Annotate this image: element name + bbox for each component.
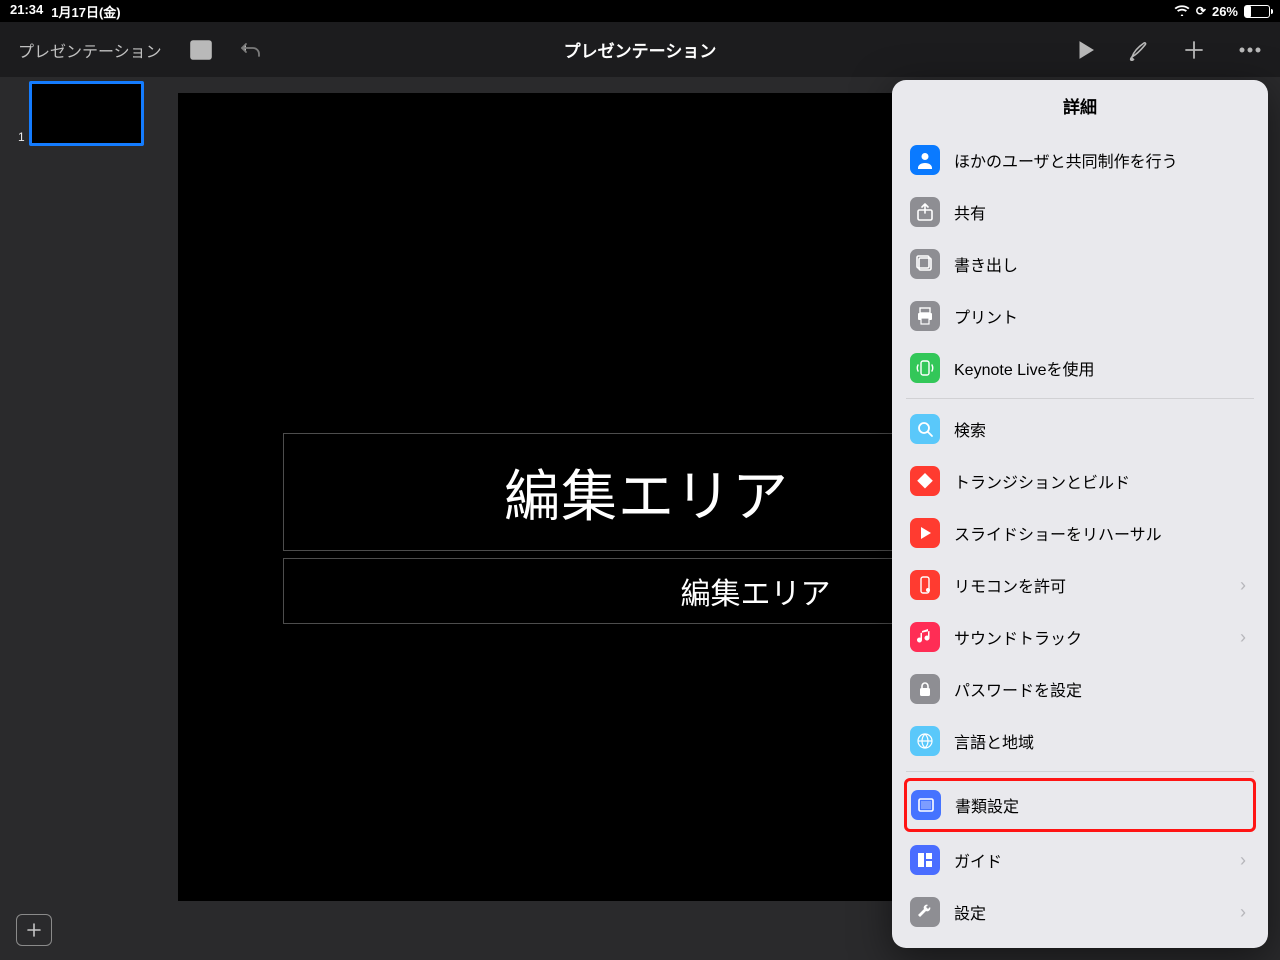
guide-icon bbox=[910, 845, 940, 875]
play-icon bbox=[910, 518, 940, 548]
diamond-icon bbox=[910, 466, 940, 496]
menu-label: 書き出し bbox=[954, 252, 1250, 276]
battery-percent: 26% bbox=[1212, 4, 1238, 19]
menu-transitions[interactable]: トランジションとビルド bbox=[906, 455, 1254, 507]
menu-label: Keynote Liveを使用 bbox=[954, 356, 1250, 380]
slide-thumb[interactable]: 1 bbox=[0, 81, 168, 146]
menu-print[interactable]: プリント bbox=[906, 290, 1254, 342]
menu-label: リモコンを許可 bbox=[954, 573, 1240, 597]
more-options-button[interactable] bbox=[1238, 46, 1262, 54]
menu-password[interactable]: パスワードを設定 bbox=[906, 663, 1254, 715]
status-time: 21:34 bbox=[10, 2, 43, 21]
menu-label: 共有 bbox=[954, 200, 1250, 224]
menu-label: スライドショーをリハーサル bbox=[954, 521, 1250, 545]
menu-label: 設定 bbox=[954, 900, 1240, 924]
slide-number-label: 1 bbox=[18, 130, 25, 144]
orientation-lock-icon: ⟳ bbox=[1196, 4, 1206, 18]
status-date: 1月17日(金) bbox=[51, 2, 120, 21]
menu-label: ほかのユーザと共同制作を行う bbox=[954, 148, 1250, 172]
status-bar: 21:34 1月17日(金) ⟳ 26% bbox=[0, 0, 1280, 22]
slide-thumbnail[interactable] bbox=[29, 81, 144, 146]
menu-label: 言語と地域 bbox=[954, 729, 1250, 753]
menu-label: ガイド bbox=[954, 848, 1240, 872]
chevron-right-icon: › bbox=[1240, 627, 1250, 648]
export-icon bbox=[910, 249, 940, 279]
menu-label: 検索 bbox=[954, 417, 1250, 441]
play-button[interactable] bbox=[1078, 41, 1094, 59]
print-icon bbox=[910, 301, 940, 331]
menu-soundtrack[interactable]: サウンドトラック› bbox=[906, 611, 1254, 663]
menu-label: プリント bbox=[954, 304, 1250, 328]
menu-settings[interactable]: 設定› bbox=[906, 886, 1254, 938]
undo-button[interactable] bbox=[240, 40, 262, 60]
menu-guide[interactable]: ガイド› bbox=[906, 834, 1254, 886]
menu-rehearse[interactable]: スライドショーをリハーサル bbox=[906, 507, 1254, 559]
chevron-right-icon: › bbox=[1240, 850, 1250, 871]
menu-collaborate[interactable]: ほかのユーザと共同制作を行う bbox=[906, 134, 1254, 186]
globe-icon bbox=[910, 726, 940, 756]
doc-icon bbox=[911, 790, 941, 820]
view-options-button[interactable] bbox=[190, 40, 212, 60]
menu-label: トランジションとビルド bbox=[954, 469, 1250, 493]
chevron-right-icon: › bbox=[1240, 902, 1250, 923]
person-icon bbox=[910, 145, 940, 175]
lock-icon bbox=[910, 674, 940, 704]
menu-label: 書類設定 bbox=[955, 793, 1249, 817]
share-icon bbox=[910, 197, 940, 227]
slide-navigator[interactable]: 1 bbox=[0, 77, 168, 960]
back-to-presentations-button[interactable]: プレゼンテーション bbox=[18, 38, 162, 62]
menu-docsetup[interactable]: 書類設定 bbox=[904, 778, 1256, 832]
popover-title: 詳細 bbox=[892, 80, 1268, 130]
battery-icon bbox=[1244, 5, 1270, 18]
menu-remote[interactable]: リモコンを許可› bbox=[906, 559, 1254, 611]
toolbar: プレゼンテーション プレゼンテーション bbox=[0, 22, 1280, 77]
broadcast-icon bbox=[910, 353, 940, 383]
document-title: プレゼンテーション bbox=[564, 37, 717, 62]
menu-share[interactable]: 共有 bbox=[906, 186, 1254, 238]
menu-label: サウンドトラック bbox=[954, 625, 1240, 649]
wrench-icon bbox=[910, 897, 940, 927]
chevron-right-icon: › bbox=[1240, 575, 1250, 596]
search-icon bbox=[910, 414, 940, 444]
music-icon bbox=[910, 622, 940, 652]
insert-button[interactable] bbox=[1184, 40, 1204, 60]
format-brush-button[interactable] bbox=[1128, 39, 1150, 61]
add-slide-button[interactable] bbox=[16, 914, 52, 946]
menu-export[interactable]: 書き出し bbox=[906, 238, 1254, 290]
wifi-icon bbox=[1174, 4, 1190, 19]
remote-icon bbox=[910, 570, 940, 600]
menu-live[interactable]: Keynote Liveを使用 bbox=[906, 342, 1254, 394]
menu-search[interactable]: 検索 bbox=[906, 403, 1254, 455]
more-options-popover: 詳細 ほかのユーザと共同制作を行う共有書き出しプリント Keynote Liveを… bbox=[892, 80, 1268, 948]
menu-locale[interactable]: 言語と地域 bbox=[906, 715, 1254, 767]
menu-label: パスワードを設定 bbox=[954, 677, 1250, 701]
